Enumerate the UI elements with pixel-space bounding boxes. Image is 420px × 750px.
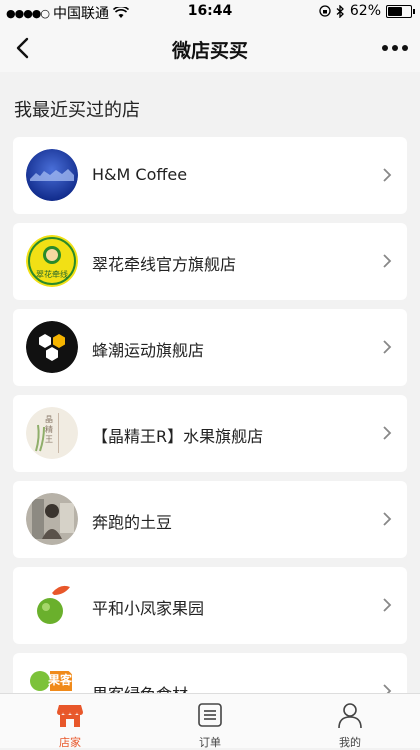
page-title: 微店买买 (171, 40, 248, 62)
shop-name: 翠花牵线官方旗舰店 (92, 255, 237, 274)
guoke-logo-text: 果客 (48, 673, 73, 687)
tab-profile-label: 我的 (339, 736, 361, 749)
status-bar: ●●●●○ 中国联通 16:44 62% (0, 0, 420, 24)
shop-card[interactable]: 蜂潮运动旗舰店 (13, 309, 407, 386)
battery-icon (386, 4, 415, 18)
chevron-right-icon (383, 684, 392, 693)
shop-card[interactable]: 晶精王 【晶精王R】水果旗舰店 (13, 395, 407, 472)
shop-name: 果客绿色食材 (92, 681, 188, 693)
chevron-right-icon (383, 340, 392, 354)
fengchao-logo (26, 321, 78, 373)
guoke-logo: 果客 (26, 665, 78, 693)
battery-level (388, 6, 402, 16)
pinghe-logo (26, 579, 78, 631)
tab-profile[interactable]: 我的 (280, 694, 420, 749)
more-icon[interactable] (380, 34, 410, 62)
shop-name: H&M Coffee (92, 165, 188, 184)
order-list-icon (198, 703, 222, 727)
cuihua-logo-text: 翠花牵线 (36, 270, 68, 279)
shop-card[interactable]: 奔跑的土豆 (13, 481, 407, 558)
bendou-avatar (26, 493, 78, 545)
shop-name: 【晶精王R】水果旗舰店 (92, 427, 264, 446)
tab-store-label: 店家 (59, 736, 81, 749)
tab-store[interactable]: 店家 (0, 694, 140, 749)
cuihua-logo: 翠花牵线 (26, 235, 78, 287)
shop-card[interactable]: H&M Coffee (13, 137, 407, 214)
chevron-right-icon (383, 426, 392, 440)
chevron-right-icon (383, 598, 392, 612)
shop-name: 蜂潮运动旗舰店 (92, 341, 205, 360)
tab-orders-label: 订单 (199, 736, 221, 749)
jingjingwang-logo: 晶精王 (26, 407, 78, 459)
chevron-right-icon (383, 254, 392, 268)
store-icon (57, 705, 83, 727)
hm-coffee-logo (26, 149, 78, 201)
profile-icon (338, 703, 362, 729)
tab-orders[interactable]: 订单 (140, 694, 280, 749)
shop-list: H&M Coffee 翠花牵线 翠花牵线官方旗舰店 蜂潮运动旗舰店 晶精王 【晶… (13, 137, 407, 693)
jingjingwang-logo-text: 晶精王 (45, 415, 53, 444)
bluetooth-icon (336, 4, 344, 18)
chevron-right-icon (383, 168, 392, 182)
chevron-right-icon (383, 512, 392, 526)
shop-name: 平和小凤家果园 (92, 599, 205, 618)
tab-bar: 店家 订单 我的 (0, 693, 420, 749)
nav-bar: 微店买买 (0, 24, 420, 72)
shop-card[interactable]: 翠花牵线 翠花牵线官方旗舰店 (13, 223, 407, 300)
rotation-lock-icon (319, 5, 331, 17)
shop-card[interactable]: 平和小凤家果园 (13, 567, 407, 644)
battery-percent: 62% (349, 3, 381, 19)
section-title: 我最近买过的店 (14, 100, 140, 121)
shop-card[interactable]: 果客 果客绿色食材 (13, 653, 407, 693)
shop-name: 奔跑的土豆 (92, 513, 173, 532)
